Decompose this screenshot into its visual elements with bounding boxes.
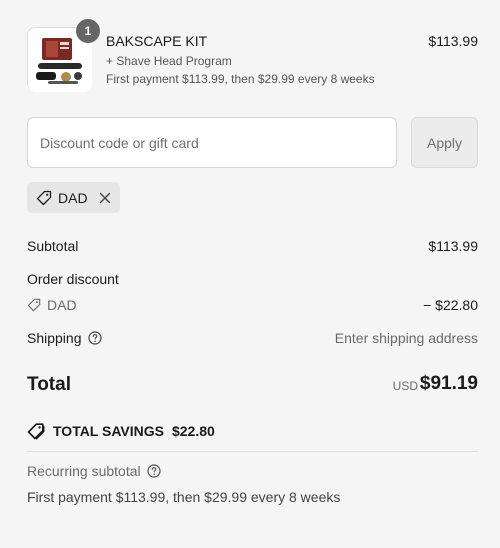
discount-code-input[interactable]	[27, 117, 397, 168]
shipping-label: Shipping	[27, 330, 82, 346]
subtotal-value: $113.99	[428, 238, 478, 254]
subtotal-label: Subtotal	[27, 238, 79, 254]
discount-amount: − $22.80	[423, 297, 478, 313]
currency-code: USD	[392, 379, 418, 393]
applied-discount-chip: DAD	[27, 182, 120, 213]
discount-code-text: DAD	[47, 297, 77, 313]
total-savings-label: TOTAL SAVINGS	[53, 423, 164, 439]
order-discount-label: Order discount	[27, 271, 119, 287]
recurring-subtotal-row: Recurring subtotal	[27, 463, 161, 479]
product-name: BAKSCAPE KIT	[106, 33, 208, 49]
help-circle-icon[interactable]	[87, 331, 102, 345]
tags-icon	[27, 422, 45, 440]
recurring-subtotal-label: Recurring subtotal	[27, 463, 141, 479]
recurring-subtotal-value: First payment $113.99, then $29.99 every…	[27, 489, 341, 505]
applied-discount-code: DAD	[58, 189, 88, 206]
remove-discount-button[interactable]	[98, 191, 112, 205]
quantity-badge: 1	[76, 19, 100, 43]
product-price: $113.99	[428, 33, 478, 49]
apply-button[interactable]: Apply	[411, 117, 478, 168]
total-label: Total	[27, 374, 71, 395]
close-icon	[99, 192, 110, 203]
tag-icon	[36, 190, 52, 206]
shipping-value: Enter shipping address	[334, 330, 478, 346]
discount-code-row: DAD	[27, 297, 77, 313]
divider	[27, 451, 478, 452]
total-value: $91.19	[419, 373, 478, 394]
tag-icon	[27, 298, 41, 312]
total-savings-row: TOTAL SAVINGS $22.80	[27, 422, 215, 440]
help-circle-icon[interactable]	[147, 464, 161, 478]
total-savings-value: $22.80	[171, 423, 215, 439]
product-plan: First payment $113.99, then $29.99 every…	[106, 72, 375, 86]
product-subtitle: + Shave Head Program	[106, 54, 232, 68]
shipping-row: Shipping	[27, 330, 102, 346]
